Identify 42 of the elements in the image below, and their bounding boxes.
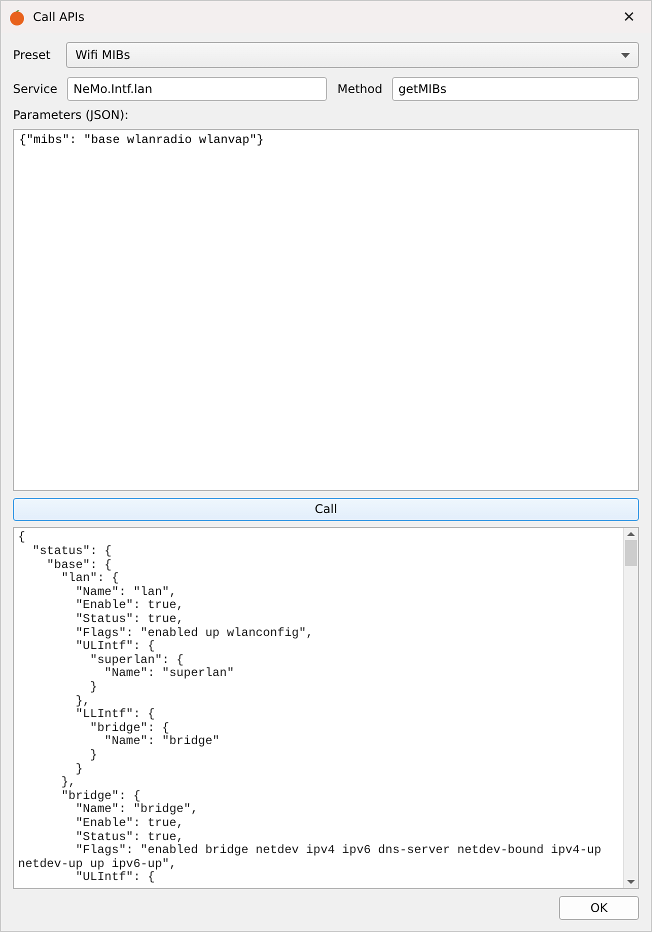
- method-label: Method: [337, 82, 382, 96]
- method-field[interactable]: getMIBs: [392, 76, 639, 101]
- fruit-icon: [9, 8, 25, 26]
- close-button[interactable]: ✕: [607, 1, 651, 33]
- code-line: {: [18, 531, 26, 546]
- parameters-field[interactable]: {"mibs": "base wlanradio wlanvap"}: [13, 128, 639, 490]
- code-line: "bridge": {: [60, 790, 142, 803]
- code-line: }: [89, 748, 98, 763]
- code-line: "Flags": "enabled up wlanconfig",: [74, 626, 314, 640]
- code-line: },: [74, 694, 92, 708]
- dropdown-caret-icon: [621, 52, 630, 58]
- code-line: },: [60, 776, 77, 790]
- preset-label: Preset: [13, 48, 50, 62]
- code-line: "ULIntf": {: [74, 640, 156, 654]
- service-field[interactable]: NeMo.Intf.lan: [67, 76, 328, 101]
- code-line: "bridge": {: [89, 722, 170, 735]
- code-line: "Name": "bridge",: [74, 803, 200, 817]
- window-title: Call APIs: [33, 10, 86, 24]
- ok-button[interactable]: OK: [559, 896, 639, 920]
- code-line: "base": {: [46, 558, 113, 572]
- service-label: Service: [13, 82, 58, 96]
- code-line: }: [74, 762, 84, 776]
- code-line: "Enable": true,: [74, 816, 185, 831]
- parameters-label: Parameters (JSON):: [13, 108, 130, 122]
- code-line: "Status": true,: [74, 830, 185, 844]
- code-line: "LLIntf": {: [74, 708, 156, 722]
- code-line: "Status": true,: [74, 613, 185, 627]
- code-line: "Name": "bridge": [103, 735, 221, 749]
- code-line: "Name": "superlan": [103, 667, 236, 681]
- code-line: }: [89, 681, 98, 695]
- code-line: "Name": "lan",: [74, 586, 178, 599]
- call-button[interactable]: Call: [13, 498, 639, 522]
- code-line: "ULIntf": {: [74, 871, 156, 885]
- code-line: "superlan": {: [89, 654, 185, 667]
- preset-dropdown[interactable]: Wifi MIBs: [66, 42, 639, 68]
- code-line: "status": {: [31, 545, 113, 559]
- scroll-thumb[interactable]: [625, 540, 637, 566]
- scroll-bar[interactable]: [623, 528, 638, 888]
- code-line: "Enable": true,: [74, 599, 185, 613]
- code-line: netdev-up up ipv6-up",: [18, 858, 178, 871]
- code-line: "lan": {: [60, 572, 120, 586]
- code-line: "Flags": "enabled bridge netdev ipv4 ipv6 dns-server netdev-bound ipv4-up: [74, 844, 602, 858]
